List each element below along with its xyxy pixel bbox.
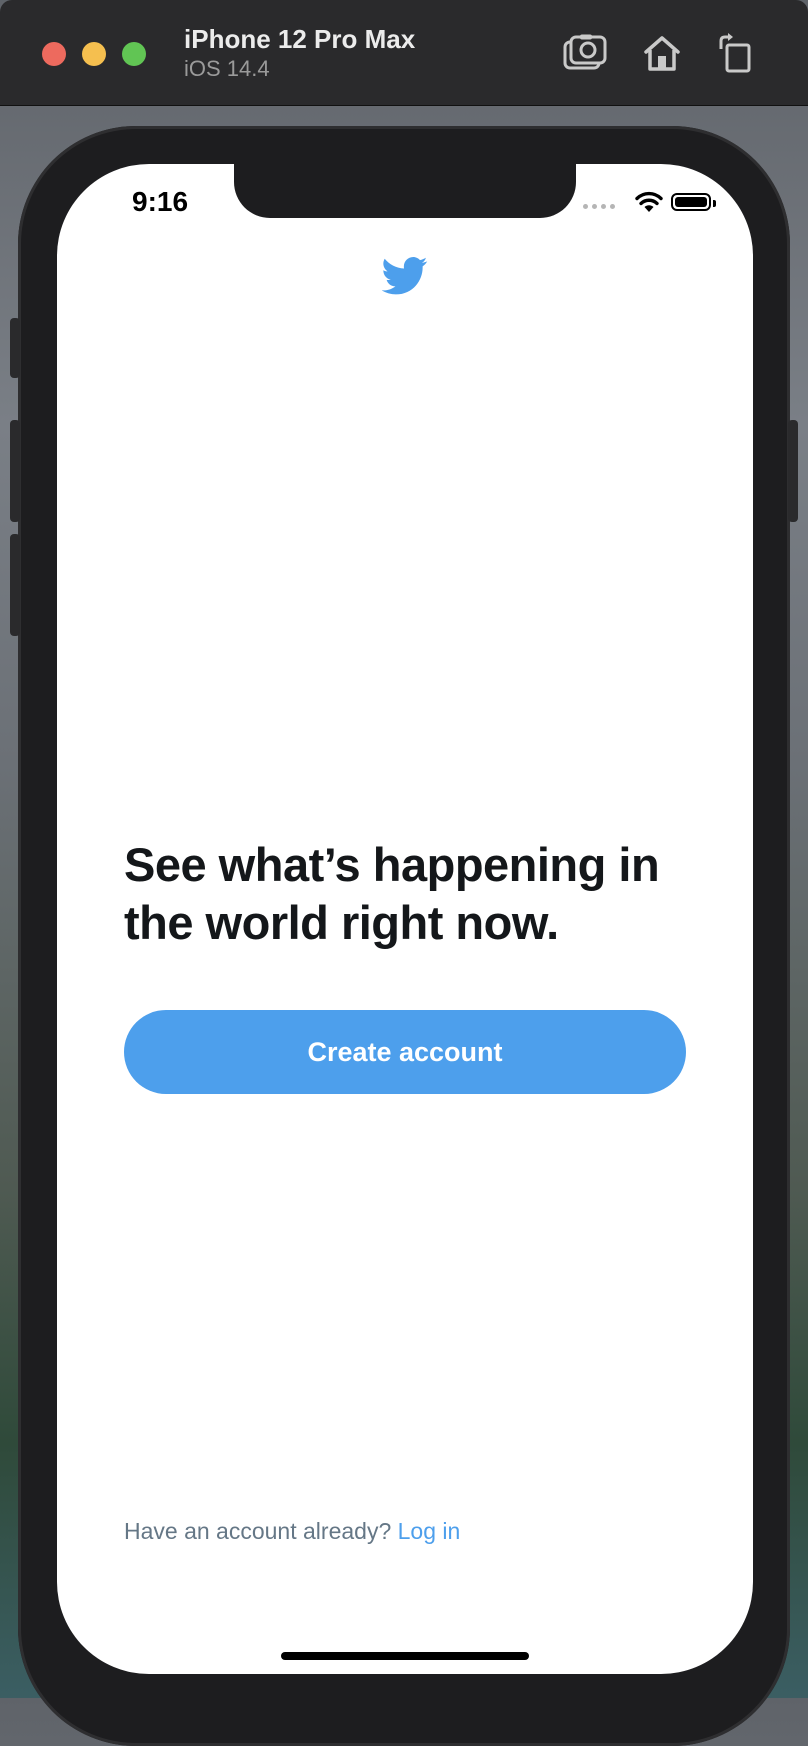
battery-icon — [671, 193, 711, 211]
login-link[interactable]: Log in — [398, 1518, 461, 1544]
home-indicator[interactable] — [281, 1652, 529, 1660]
volume-up-button — [10, 420, 20, 522]
wifi-icon — [635, 191, 663, 212]
twitter-bird-icon — [382, 257, 428, 295]
minimize-window-button[interactable] — [82, 42, 106, 66]
notch — [234, 164, 576, 218]
screenshot-icon — [563, 34, 607, 70]
phone-screen: 9:16 See what’s happening in the world r… — [57, 164, 753, 1674]
status-time: 9:16 — [132, 186, 189, 217]
power-button — [788, 420, 798, 522]
volume-down-button — [10, 534, 20, 636]
cellular-signal-icon — [583, 204, 615, 209]
simulator-titlebar: iPhone 12 Pro Max iOS 14.4 — [0, 0, 808, 106]
rotate-icon — [719, 33, 751, 73]
home-button[interactable] — [637, 30, 687, 76]
login-prompt-row: Have an account already? Log in — [124, 1518, 460, 1545]
login-prompt: Have an account already? — [124, 1518, 392, 1544]
headline: See what’s happening in the world right … — [124, 838, 660, 949]
create-account-button[interactable]: Create account — [124, 1010, 686, 1094]
close-window-button[interactable] — [42, 42, 66, 66]
screenshot-button[interactable] — [560, 30, 610, 76]
home-icon — [644, 36, 680, 71]
device-name: iPhone 12 Pro Max — [184, 24, 416, 54]
rotate-button[interactable] — [710, 30, 760, 76]
mute-switch — [10, 318, 20, 378]
device-os-version: iOS 14.4 — [184, 56, 270, 81]
status-icons — [583, 190, 723, 216]
zoom-window-button[interactable] — [122, 42, 146, 66]
